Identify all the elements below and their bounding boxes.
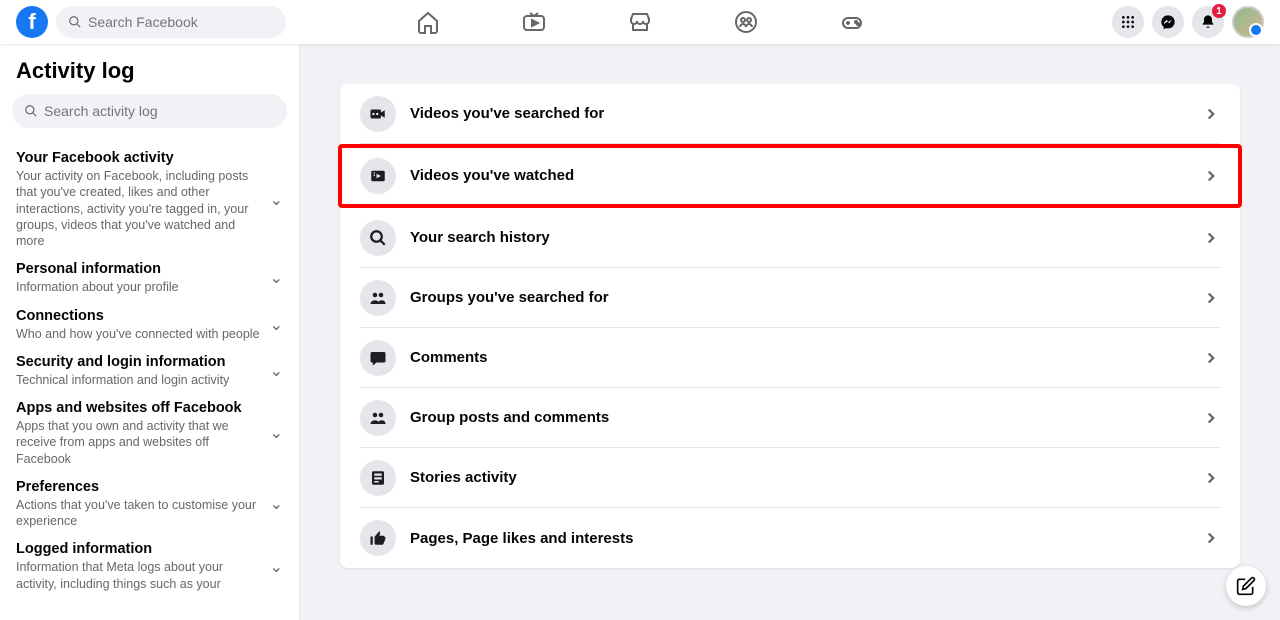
groups-icon [734, 10, 758, 34]
menu-button[interactable] [1112, 6, 1144, 38]
sidebar-item-desc: Your activity on Facebook, including pos… [16, 168, 262, 249]
chevron-down-icon: ⌄ [270, 423, 283, 443]
sidebar-item-personal-info[interactable]: Personal information Information about y… [12, 255, 287, 301]
marketplace-tab[interactable] [627, 9, 653, 35]
row-videos-watched[interactable]: Videos you've watched [340, 146, 1240, 206]
sidebar-item-apps-websites[interactable]: Apps and websites off Facebook Apps that… [12, 394, 287, 473]
activity-search-input[interactable] [44, 103, 244, 119]
row-label: Videos you've searched for [410, 105, 1202, 122]
watch-icon [522, 10, 546, 34]
row-group-posts-comments[interactable]: Group posts and comments [360, 388, 1220, 448]
sidebar-item-security[interactable]: Security and login information Technical… [12, 348, 287, 394]
notif-badge: 1 [1212, 4, 1226, 18]
sidebar-item-preferences[interactable]: Preferences Actions that you've taken to… [12, 473, 287, 536]
search-icon [68, 15, 82, 29]
row-stories-activity[interactable]: Stories activity [360, 448, 1220, 508]
header-right-actions: 1 [1112, 6, 1264, 38]
row-label: Your search history [410, 229, 1202, 246]
comment-icon [360, 340, 396, 376]
messenger-button[interactable] [1152, 6, 1184, 38]
chevron-down-icon: ⌄ [270, 557, 283, 577]
sidebar-item-desc: Who and how you've connected with people [16, 326, 262, 342]
chevron-down-icon: ⌄ [270, 315, 283, 335]
compose-button[interactable] [1226, 566, 1266, 606]
home-icon [416, 10, 440, 34]
chevron-down-icon: ⌄ [270, 268, 283, 288]
sidebar: Activity log Your Facebook activity Your… [0, 44, 300, 620]
chevron-right-icon [1202, 229, 1220, 247]
row-search-history[interactable]: Your search history [360, 208, 1220, 268]
top-header: f 1 [0, 0, 1280, 44]
chevron-right-icon [1202, 409, 1220, 427]
row-groups-searched[interactable]: Groups you've searched for [360, 268, 1220, 328]
sidebar-item-desc: Technical information and login activity [16, 372, 262, 388]
group-icon [360, 400, 396, 436]
sidebar-item-desc: Information that Meta logs about your ac… [16, 559, 262, 592]
chevron-right-icon [1202, 105, 1220, 123]
notifications-button[interactable]: 1 [1192, 6, 1224, 38]
global-search-box[interactable] [56, 6, 286, 38]
top-nav-tabs [415, 9, 865, 35]
chevron-right-icon [1202, 289, 1220, 307]
row-label: Pages, Page likes and interests [410, 530, 1202, 547]
edit-icon [1236, 576, 1256, 596]
chevron-right-icon [1202, 349, 1220, 367]
row-comments[interactable]: Comments [360, 328, 1220, 388]
like-icon [360, 520, 396, 556]
stories-icon [360, 460, 396, 496]
sidebar-item-desc: Apps that you own and activity that we r… [16, 418, 262, 467]
row-label: Videos you've watched [410, 167, 1202, 184]
chevron-down-icon: ⌄ [270, 361, 283, 381]
sidebar-item-title: Connections [16, 308, 262, 324]
gaming-tab[interactable] [839, 9, 865, 35]
sidebar-item-title: Logged information [16, 541, 262, 557]
row-pages-likes-interests[interactable]: Pages, Page likes and interests [360, 508, 1220, 568]
activity-list-card: Videos you've searched for Videos you've… [340, 84, 1240, 568]
messenger-icon [1160, 14, 1176, 30]
sidebar-item-desc: Information about your profile [16, 279, 262, 295]
row-label: Group posts and comments [410, 409, 1202, 426]
account-avatar[interactable] [1232, 6, 1264, 38]
global-search-input[interactable] [88, 14, 268, 30]
home-tab[interactable] [415, 9, 441, 35]
menu-grid-icon [1120, 14, 1136, 30]
main-content: Videos you've searched for Videos you've… [300, 44, 1280, 620]
watch-tab[interactable] [521, 9, 547, 35]
sidebar-item-logged-info[interactable]: Logged information Information that Meta… [12, 535, 287, 598]
chevron-down-icon: ⌄ [270, 494, 283, 514]
gaming-icon [840, 10, 864, 34]
sidebar-item-title: Preferences [16, 479, 262, 495]
search-icon [360, 220, 396, 256]
page-title: Activity log [12, 58, 287, 84]
groups-tab[interactable] [733, 9, 759, 35]
chevron-right-icon [1202, 469, 1220, 487]
video-search-icon [360, 96, 396, 132]
sidebar-item-desc: Actions that you've taken to customise y… [16, 497, 262, 530]
row-videos-searched[interactable]: Videos you've searched for [360, 84, 1220, 144]
chevron-right-icon [1202, 167, 1220, 185]
sidebar-item-your-activity[interactable]: Your Facebook activity Your activity on … [12, 144, 287, 255]
chevron-down-icon: ⌄ [270, 190, 283, 210]
row-label: Comments [410, 349, 1202, 366]
sidebar-item-title: Your Facebook activity [16, 150, 262, 166]
sidebar-item-title: Personal information [16, 261, 262, 277]
sidebar-item-connections[interactable]: Connections Who and how you've connected… [12, 302, 287, 348]
marketplace-icon [628, 10, 652, 34]
facebook-logo[interactable]: f [16, 6, 48, 38]
row-label: Stories activity [410, 469, 1202, 486]
video-watched-icon [360, 158, 396, 194]
sidebar-item-title: Security and login information [16, 354, 262, 370]
sidebar-item-title: Apps and websites off Facebook [16, 400, 262, 416]
activity-search-box[interactable] [12, 94, 287, 128]
search-icon [24, 104, 38, 118]
chevron-right-icon [1202, 529, 1220, 547]
row-label: Groups you've searched for [410, 289, 1202, 306]
group-icon [360, 280, 396, 316]
